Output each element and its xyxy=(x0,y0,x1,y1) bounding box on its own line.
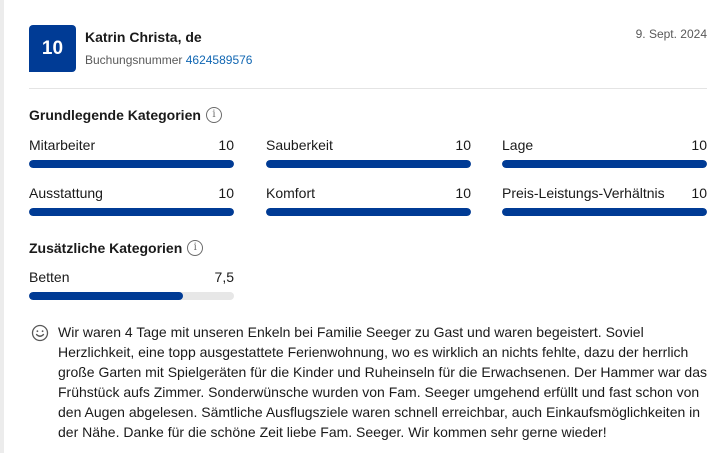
score-bar xyxy=(29,292,234,300)
review-comment-text: Wir waren 4 Tage mit unseren Enkeln bei … xyxy=(58,324,707,440)
score-bar xyxy=(29,208,234,216)
category-label: Ausstattung xyxy=(29,185,103,201)
category-score: 10 xyxy=(455,137,471,153)
category-label: Lage xyxy=(502,137,534,153)
category-komfort: Komfort 10 xyxy=(266,184,471,216)
score-bar xyxy=(502,208,707,216)
category-score: 10 xyxy=(218,185,234,201)
category-label: Mitarbeiter xyxy=(29,137,96,153)
extra-categories-heading: Zusätzliche Kategorien i xyxy=(29,240,204,256)
info-icon[interactable]: i xyxy=(187,240,204,256)
score-bar-fill xyxy=(266,160,471,168)
category-score: 7,5 xyxy=(214,269,234,285)
reviewer-name: Katrin Christa, de xyxy=(85,29,202,45)
divider xyxy=(29,88,707,89)
booking-label: Buchungsnummer xyxy=(85,53,183,67)
review-date: 9. Sept. 2024 xyxy=(635,27,707,41)
smiley-icon xyxy=(31,324,49,342)
extra-categories-title: Zusätzliche Kategorien xyxy=(29,240,183,256)
booking-info: Buchungsnummer 4624589576 xyxy=(85,53,252,67)
review-comment: Wir waren 4 Tage mit unseren Enkeln bei … xyxy=(31,322,711,442)
category-score: 10 xyxy=(691,185,707,201)
category-mitarbeiter: Mitarbeiter 10 xyxy=(29,136,234,168)
score-bar xyxy=(29,160,234,168)
score-bar xyxy=(266,208,471,216)
panel-edge xyxy=(0,0,4,453)
score-bar-fill xyxy=(29,160,234,168)
category-label: Sauberkeit xyxy=(266,137,333,153)
booking-number[interactable]: 4624589576 xyxy=(186,53,253,67)
category-betten: Betten 7,5 xyxy=(29,268,234,300)
category-label: Preis-Leistungs-Verhältnis xyxy=(502,185,665,201)
category-label: Betten xyxy=(29,269,70,285)
score-bar xyxy=(266,160,471,168)
score-bar-fill xyxy=(266,208,471,216)
category-sauberkeit: Sauberkeit 10 xyxy=(266,136,471,168)
category-score: 10 xyxy=(455,185,471,201)
category-ausstattung: Ausstattung 10 xyxy=(29,184,234,216)
score-bar-fill xyxy=(502,160,707,168)
score-bar-fill xyxy=(29,208,234,216)
basic-categories-title: Grundlegende Kategorien xyxy=(29,107,201,123)
category-preis-leistung: Preis-Leistungs-Verhältnis 10 xyxy=(502,184,707,216)
basic-categories-heading: Grundlegende Kategorien i xyxy=(29,107,222,123)
category-score: 10 xyxy=(218,137,234,153)
review-score-badge: 10 xyxy=(29,25,76,72)
score-bar xyxy=(502,160,707,168)
score-bar-fill xyxy=(502,208,707,216)
category-label: Komfort xyxy=(266,185,316,201)
category-lage: Lage 10 xyxy=(502,136,707,168)
category-score: 10 xyxy=(691,137,707,153)
score-bar-fill xyxy=(29,292,183,300)
info-icon[interactable]: i xyxy=(205,107,222,123)
